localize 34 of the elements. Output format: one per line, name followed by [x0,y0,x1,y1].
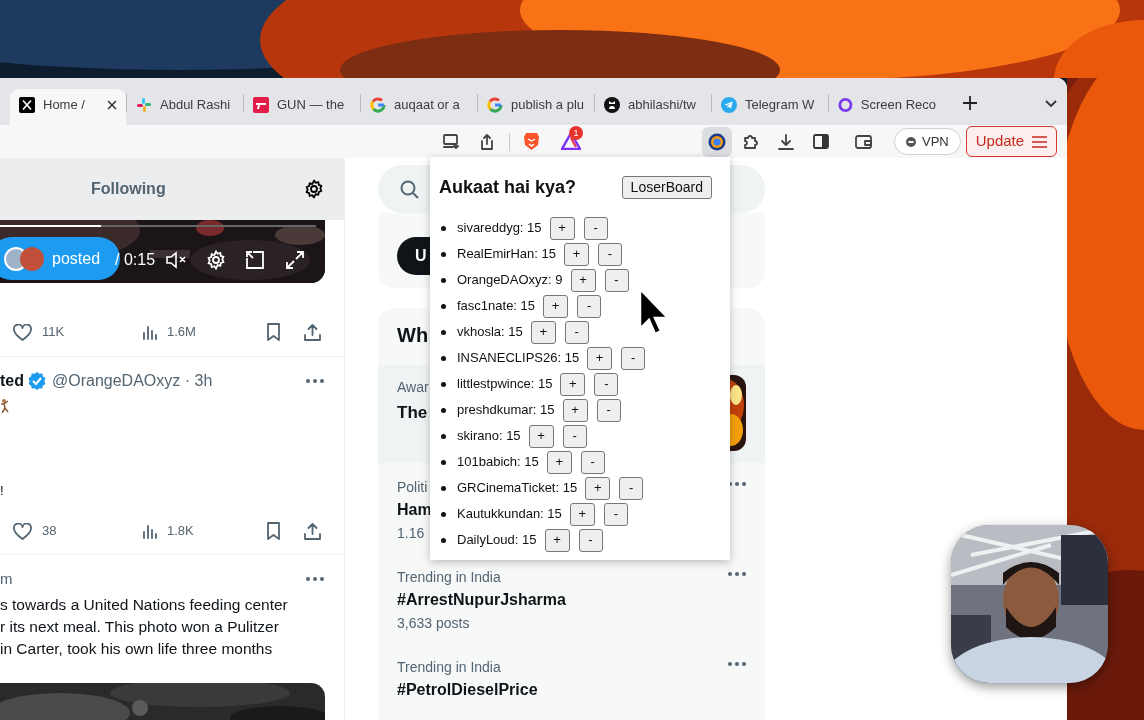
post-count: 1.16 [397,524,426,541]
trend-category: Politi [397,478,429,495]
trend-category: Awar [397,378,429,395]
score-label: vkhosla: 15 [457,323,523,342]
notification-badge: 1 [569,125,583,140]
view-count: 1.8K [167,522,195,541]
post-text: ! [0,483,5,499]
view-count: 1.6M [167,323,197,342]
popup-title: Aukaat hai kya? [439,176,577,199]
score-label: littlestpwince: 15 [457,375,553,394]
score-label: RealEmirHan: 15 [457,245,556,264]
trend-title: Ham [397,500,432,520]
score-label: fasc1nate: 15 [457,297,536,316]
section-title: Wh [397,324,429,346]
score-label: OrangeDAOxyz: 9 [457,271,563,290]
score-label: DailyLoud: 15 [457,531,537,550]
trend-category: Trending in India [397,658,502,675]
trend-category: Trending in India [397,568,502,585]
score-label: INSANECLIPS26: 15 [457,349,580,368]
score-label: sivareddyg: 15 [457,219,542,238]
author-handle: @OrangeDAOxyz · 3h [52,371,213,391]
score-label: 101babich: 15 [457,453,539,472]
post-text: s towards a United Nations feeding center r its next meal. This photo won a Pulitzer in Carter, took his own life three months [0,595,289,659]
score-label: GRCinemaTicket: 15 [457,479,578,498]
trend-title: The [397,402,429,422]
trend-title: #PetrolDieselPrice [397,680,538,700]
score-label: preshdkumar: 15 [457,401,555,420]
trend-title: #ArrestNupurJsharma [397,590,566,610]
score-label: Kautukkundan: 15 [457,505,562,524]
like-count: 11K [42,323,66,342]
post-count: 3,633 posts [397,614,471,631]
score-label: skirano: 15 [457,427,521,446]
like-count: 38 [42,522,58,541]
post-time: m [0,568,13,589]
